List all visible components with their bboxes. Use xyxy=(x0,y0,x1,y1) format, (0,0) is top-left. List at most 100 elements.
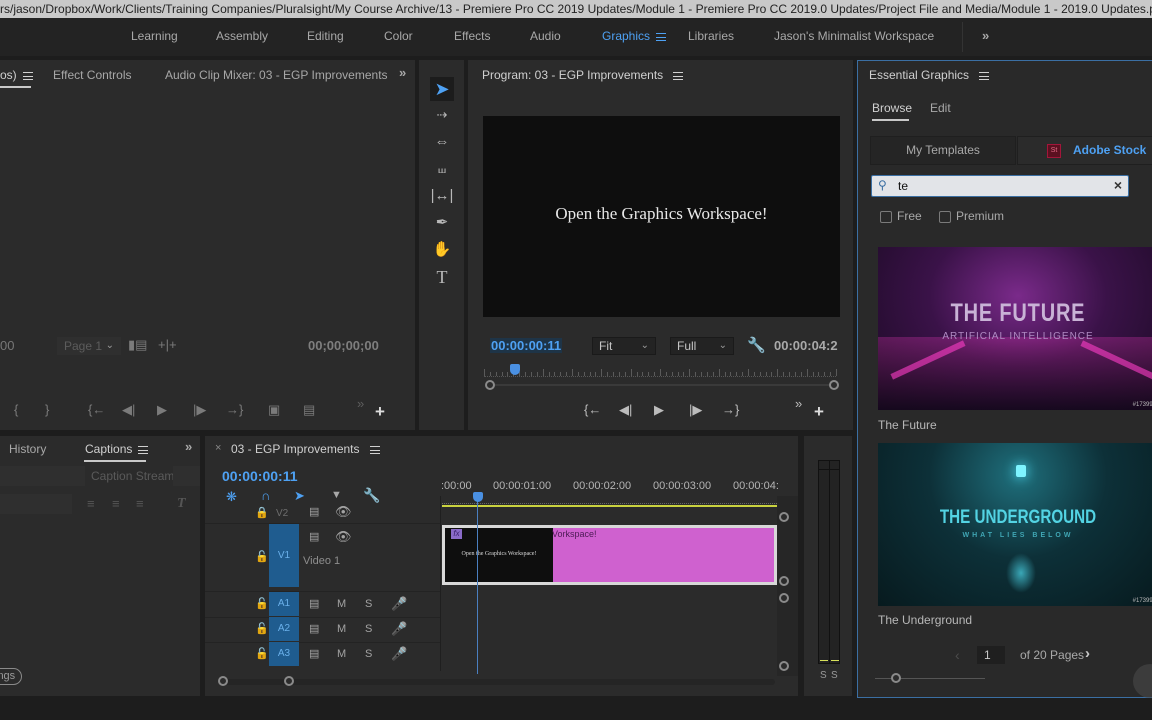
scroll-handle[interactable] xyxy=(779,512,789,522)
type-tool-icon[interactable]: T xyxy=(430,265,454,289)
zoom-handle-left[interactable] xyxy=(218,676,228,686)
solo-button[interactable]: S xyxy=(365,648,372,660)
add-marker-icon[interactable]: ▼ xyxy=(331,489,342,501)
step-back-icon[interactable]: ◀| xyxy=(619,402,632,418)
microphone-icon[interactable]: 🎤 xyxy=(391,646,407,662)
eye-icon[interactable]: 👁 xyxy=(335,529,352,545)
track-select-tool-icon[interactable]: ⇢ xyxy=(430,103,454,127)
lock-icon[interactable]: 🔓 xyxy=(255,550,269,563)
align-center-icon[interactable]: ≡ xyxy=(112,496,120,511)
mark-in-icon[interactable]: { xyxy=(14,402,18,417)
program-time-ruler[interactable] xyxy=(484,365,837,377)
page-number-input[interactable]: 1 xyxy=(977,646,1005,664)
zoom-scrollbar[interactable] xyxy=(494,384,834,386)
solo-button[interactable]: S xyxy=(365,598,372,610)
settings-button[interactable]: ings xyxy=(0,668,23,685)
sync-lock-icon[interactable]: ▤ xyxy=(309,505,319,518)
panel-overflow-icon[interactable]: » xyxy=(399,65,406,80)
step-forward-icon[interactable]: |▶ xyxy=(689,402,702,418)
fx-badge[interactable]: fx xyxy=(451,529,462,539)
panel-overflow-icon[interactable]: » xyxy=(185,439,192,454)
workspace-color[interactable]: Color xyxy=(384,18,413,56)
mark-out-icon[interactable]: } xyxy=(45,402,49,417)
microphone-icon[interactable]: 🎤 xyxy=(391,621,407,637)
caption-font-dropdown[interactable] xyxy=(0,494,72,514)
search-field[interactable]: ⚲ × xyxy=(871,175,1129,197)
overflow-icon[interactable]: » xyxy=(357,396,364,411)
workspace-learning[interactable]: Learning xyxy=(131,18,178,56)
step-forward-icon[interactable]: |▶ xyxy=(193,402,206,418)
align-right-icon[interactable]: ≡ xyxy=(136,496,144,511)
add-button-icon[interactable]: + xyxy=(814,402,824,422)
wrench-icon[interactable]: 🔧 xyxy=(747,336,766,354)
premium-filter[interactable]: Premium xyxy=(939,209,1004,223)
play-icon[interactable]: ▶ xyxy=(654,402,664,418)
menu-icon[interactable] xyxy=(656,32,667,41)
workspace-graphics[interactable]: Graphics xyxy=(602,18,667,56)
workspace-editing[interactable]: Editing xyxy=(307,18,344,56)
go-to-out-icon[interactable]: →} xyxy=(226,402,243,417)
overwrite-icon[interactable]: ▤ xyxy=(303,402,315,418)
adobe-stock-toggle[interactable]: St Adobe Stock xyxy=(1017,136,1152,165)
search-input[interactable] xyxy=(898,178,1098,194)
zoom-handle-right[interactable] xyxy=(829,380,839,390)
lock-icon[interactable]: 🔒 xyxy=(255,506,269,519)
timeline-timecode[interactable]: 00:00:00:11 xyxy=(222,468,298,484)
sequence-tab[interactable]: 03 - EGP Improvements xyxy=(231,442,380,456)
snap-magnet-icon[interactable]: ∩ xyxy=(261,488,270,503)
graphic-clip[interactable]: Open the Graphics Workspace! fx Vorkspac… xyxy=(442,525,777,585)
linked-selection-icon[interactable]: ➤ xyxy=(294,488,305,504)
page-dropdown[interactable]: Page 1 ⌄ xyxy=(57,337,121,355)
lock-icon[interactable]: 🔓 xyxy=(255,622,269,635)
go-to-out-icon[interactable]: →} xyxy=(722,402,739,417)
my-templates-toggle[interactable]: My Templates xyxy=(870,136,1016,165)
pen-tool-icon[interactable]: ✒ xyxy=(430,211,454,235)
mute-button[interactable]: M xyxy=(337,623,346,635)
close-icon[interactable]: × xyxy=(215,442,221,454)
sync-lock-icon[interactable]: ▤ xyxy=(309,597,319,610)
menu-icon[interactable] xyxy=(673,71,684,80)
text-style-icon[interactable]: T xyxy=(177,496,186,512)
go-to-in-icon[interactable]: {← xyxy=(88,402,105,417)
solo-left-button[interactable]: S xyxy=(820,670,827,681)
timeline-playhead[interactable] xyxy=(473,492,483,502)
scroll-handle[interactable] xyxy=(779,661,789,671)
mute-button[interactable]: M xyxy=(337,598,346,610)
workspace-effects[interactable]: Effects xyxy=(454,18,490,56)
menu-icon[interactable] xyxy=(22,71,33,80)
insert-icon[interactable]: ▣ xyxy=(268,402,280,418)
solo-button[interactable]: S xyxy=(365,623,372,635)
template-card-the-underground[interactable]: THE UNDERGROUND WHAT LIES BELOW #173997 xyxy=(878,443,1152,606)
zoom-handle-right[interactable] xyxy=(284,676,294,686)
template-card-the-future[interactable]: THE FUTURE ARTIFICIAL INTELLIGENCE #1739… xyxy=(878,247,1152,410)
tab-effect-controls[interactable]: Effect Controls xyxy=(53,68,131,82)
align-left-icon[interactable]: ≡ xyxy=(87,496,95,511)
track-target-a1[interactable]: A1 xyxy=(269,592,299,616)
timeline-ruler[interactable] xyxy=(442,497,777,504)
workspace-assembly[interactable]: Assembly xyxy=(216,18,268,56)
zoom-handle-left[interactable] xyxy=(485,380,495,390)
export-frame-icon[interactable]: ▮▤ xyxy=(128,337,147,353)
overflow-icon[interactable]: » xyxy=(795,396,802,411)
razor-tool-icon[interactable]: ⧢ xyxy=(430,157,454,181)
vertical-scrollbar[interactable] xyxy=(777,496,798,676)
program-current-timecode[interactable]: 00:00:00:11 xyxy=(490,338,563,353)
caption-stream-dropdown[interactable] xyxy=(173,466,200,486)
marker-icon[interactable]: +|+ xyxy=(158,337,177,352)
solo-right-button[interactable]: S xyxy=(831,670,838,681)
free-filter[interactable]: Free xyxy=(880,209,922,223)
microphone-icon[interactable]: 🎤 xyxy=(391,596,407,612)
thumbnail-size-handle[interactable] xyxy=(891,673,901,683)
play-icon[interactable]: ▶ xyxy=(157,402,167,418)
slip-tool-icon[interactable]: |↔| xyxy=(430,184,454,208)
tab-captions[interactable]: Captions xyxy=(85,442,149,456)
caption-field[interactable] xyxy=(0,466,85,486)
track-target-v1[interactable]: V1 xyxy=(269,524,299,587)
workspace-libraries[interactable]: Libraries xyxy=(688,18,734,56)
tab-audio-clip-mixer[interactable]: Audio Clip Mixer: 03 - EGP Improvements xyxy=(165,68,388,82)
mute-button[interactable]: M xyxy=(337,648,346,660)
go-to-in-icon[interactable]: {← xyxy=(584,402,601,417)
previous-page-icon[interactable]: ‹ xyxy=(955,647,960,663)
scroll-handle[interactable] xyxy=(779,593,789,603)
workspace-audio[interactable]: Audio xyxy=(530,18,561,56)
